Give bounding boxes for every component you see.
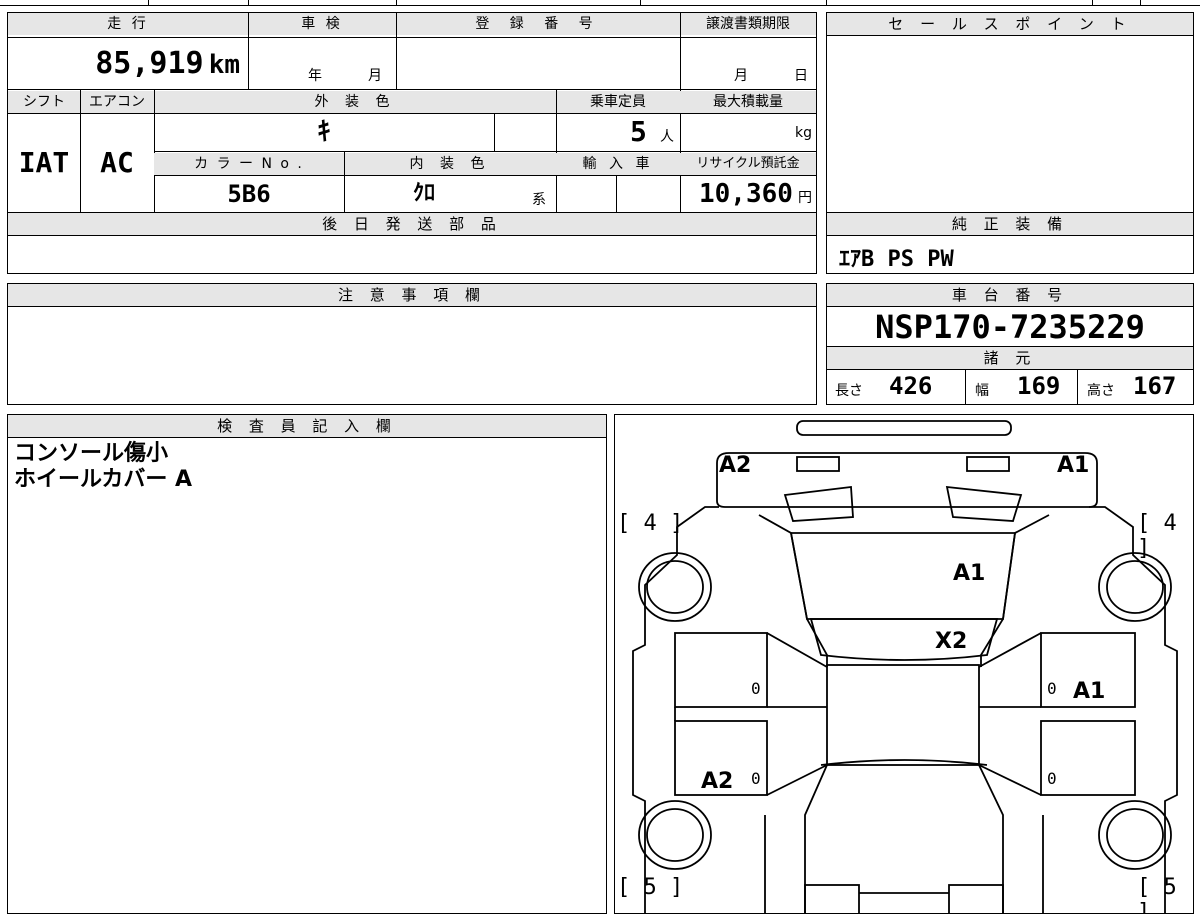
mark-door-rear-left: A2 xyxy=(701,769,734,794)
mark-door-front-right: A1 xyxy=(1073,679,1106,704)
roof-shape xyxy=(826,664,980,766)
a-pillar-right xyxy=(980,514,1050,667)
specs-row: 長さ 426 幅 169 高さ 167 xyxy=(827,370,1193,404)
length-label: 長さ xyxy=(835,383,863,399)
recycle-unit: 円 xyxy=(798,190,812,206)
chassis-box: 車 台 番 号 NSP170-7235229 諸 元 長さ 426 幅 169 … xyxy=(826,283,1194,405)
max-load-label: 最大積載量 xyxy=(680,91,816,113)
mileage-value: 85,919 xyxy=(95,46,204,81)
height-value: 167 xyxy=(1133,372,1177,400)
recycle-label: リサイクル預託金 xyxy=(680,153,816,175)
inspector-note-line-2: ホイールカバー A xyxy=(14,467,193,492)
shift-value: IAT xyxy=(18,146,70,179)
tire-front-right-label: [ 4 ] xyxy=(1137,511,1177,561)
front-panel-shape xyxy=(716,452,1098,508)
later-parts-label: 後 日 発 送 部 品 xyxy=(8,213,816,236)
inspector-box: 検 査 員 記 入 欄 コンソール傷小 ホイールカバー A xyxy=(7,414,607,914)
mileage-unit: km xyxy=(208,50,240,80)
body-right-shape xyxy=(1089,506,1178,913)
color-no-label: カ ラ ー N o . xyxy=(154,153,344,175)
inspector-label: 検 査 員 記 入 欄 xyxy=(8,415,606,438)
transfer-deadline-label: 譲渡書類期限 xyxy=(680,13,816,35)
exterior-color-value: ｷ xyxy=(317,117,331,147)
sales-point-box: セ ー ル ス ポ イ ン ト xyxy=(826,12,1194,213)
vehicle-spec-table: 走 行 車 検 登 録 番 号 譲渡書類期限 85,919 km 年 月 月 日… xyxy=(7,12,817,214)
damage-diagram-box: A2 A1 [ 4 ] [ 4 ] A1 X2 0 0 A1 A2 0 0 [ … xyxy=(614,414,1194,914)
tire-rear-right-label: [ 5 ] xyxy=(1137,875,1177,914)
sales-point-label: セ ー ル ス ポ イ ン ト xyxy=(827,13,1193,36)
mileage-value-cell: 85,919 km xyxy=(8,39,248,89)
capacity-label: 乗車定員 xyxy=(556,91,680,113)
inspector-notes: コンソール傷小 ホイールカバー A xyxy=(14,441,192,493)
interior-color-unit: 系 xyxy=(532,192,546,208)
genuine-equipment-label: 純 正 装 備 xyxy=(827,213,1193,236)
door-rear-right-value: 0 xyxy=(1047,769,1057,788)
exterior-color-label: 外 装 色 xyxy=(154,91,556,113)
rear-pillars xyxy=(804,764,1004,913)
front-bumper-shape xyxy=(796,420,1012,436)
hood-right-shape xyxy=(945,485,1023,522)
mark-front-right: A1 xyxy=(1057,453,1090,478)
specs-label: 諸 元 xyxy=(827,346,1193,370)
door-front-right-value: 0 xyxy=(1047,679,1057,698)
later-parts-box: 後 日 発 送 部 品 xyxy=(7,212,817,274)
ac-label: エアコン xyxy=(80,91,154,113)
width-label: 幅 xyxy=(975,383,989,399)
registration-label: 登 録 番 号 xyxy=(396,13,680,35)
car-diagram-svg xyxy=(632,420,1178,913)
door-rear-left-value: 0 xyxy=(751,769,761,788)
genuine-equipment-box: 純 正 装 備 ｴｱB PS PW xyxy=(826,212,1194,274)
mark-roof: X2 xyxy=(935,629,968,654)
interior-color-label: 内 装 色 xyxy=(344,153,556,175)
capacity-value: 5 xyxy=(630,115,647,148)
ac-value: AC xyxy=(100,146,134,179)
notes-box: 注 意 事 項 欄 xyxy=(7,283,817,405)
interior-color-value: ｸﾛ xyxy=(412,181,435,206)
inspection-label: 車 検 xyxy=(248,13,396,35)
headlight-right-shape xyxy=(966,456,1010,472)
max-load-unit: kg xyxy=(795,125,812,141)
length-value: 426 xyxy=(889,372,933,400)
inspection-year-unit: 年 xyxy=(308,68,322,84)
width-value: 169 xyxy=(1017,372,1061,400)
roof-front-shape xyxy=(809,618,999,661)
import-label: 輸 入 車 xyxy=(556,153,680,175)
transfer-day-unit: 日 xyxy=(794,68,808,84)
shift-label: シフト xyxy=(8,91,80,113)
color-no-value: 5B6 xyxy=(227,180,271,208)
height-label: 高さ xyxy=(1087,383,1115,399)
chassis-value: NSP170-7235229 xyxy=(875,308,1145,346)
transfer-month-unit: 月 xyxy=(734,68,748,84)
mark-windshield: A1 xyxy=(953,561,986,586)
genuine-equipment-value: ｴｱB PS PW xyxy=(839,247,954,272)
headlight-left-shape xyxy=(796,456,840,472)
a-pillar-left xyxy=(758,514,828,667)
door-front-left-value: 0 xyxy=(751,679,761,698)
inspector-note-line-1: コンソール傷小 xyxy=(14,441,169,466)
top-strip-dividers xyxy=(0,0,1200,6)
mileage-label: 走 行 xyxy=(8,13,248,35)
capacity-value-cell: 5 人 xyxy=(556,113,680,151)
hood-left-shape xyxy=(783,485,854,522)
chassis-label: 車 台 番 号 xyxy=(827,284,1193,307)
tire-front-left-label: [ 4 ] xyxy=(617,511,684,536)
capacity-unit: 人 xyxy=(660,129,674,145)
recycle-value: 10,360 xyxy=(698,179,793,209)
recycle-value-cell: 10,360 円 xyxy=(680,175,816,213)
notes-label: 注 意 事 項 欄 xyxy=(8,284,816,307)
tire-rear-left-label: [ 5 ] xyxy=(617,875,684,900)
mark-front-left: A2 xyxy=(719,453,752,478)
inspection-month-unit: 月 xyxy=(368,68,382,84)
